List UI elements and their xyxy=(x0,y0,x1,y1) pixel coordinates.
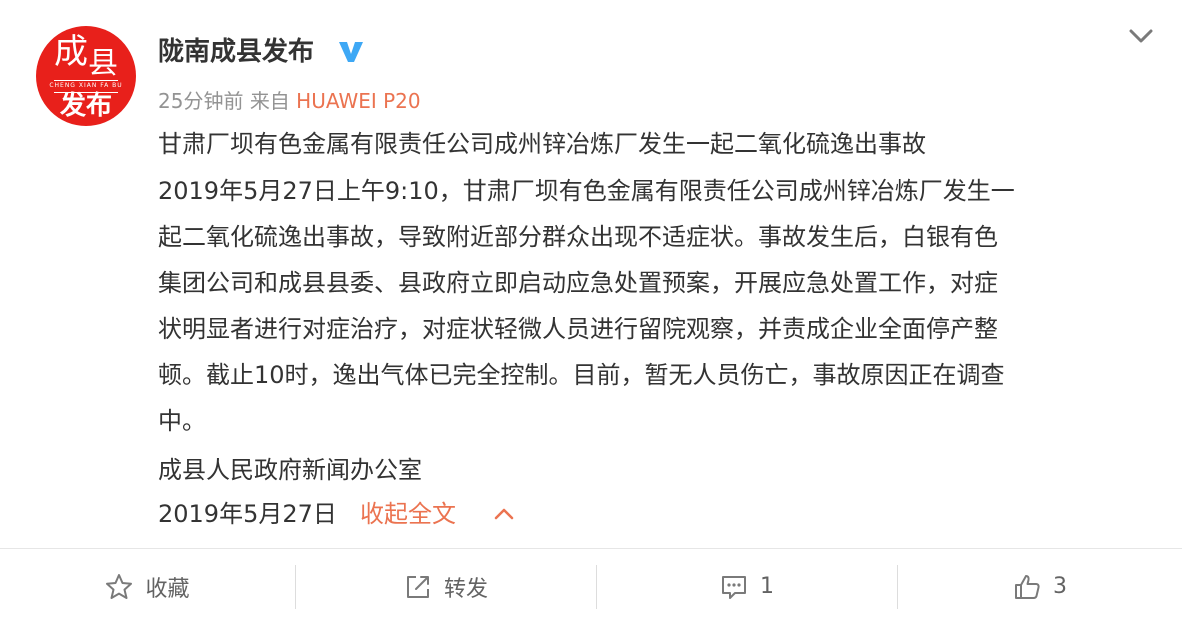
post-body-line: 顿。截止10时，逸出气体已完全控制。目前，暂无人员伤亡，事故原因正在调查 xyxy=(158,361,1005,389)
post-body-line: 状明显者进行对症治疗，对症状轻微人员进行留院观察，并责成企业全面停产整 xyxy=(158,315,998,343)
avatar-bottom-text: 发布 xyxy=(59,91,112,121)
chevron-down-icon[interactable] xyxy=(1126,24,1156,48)
comment-bubble-icon xyxy=(722,575,746,599)
post-date: 2019年5月27日 xyxy=(158,500,337,528)
post-body: 2019年5月27日上午9:10，甘肃厂坝有色金属有限责任公司成州锌冶炼厂发生一… xyxy=(158,168,1148,444)
post-signature: 成县人民政府新闻办公室 xyxy=(158,456,422,484)
favorite-button[interactable]: 收藏 xyxy=(0,549,295,624)
avatar-pinyin: CHENG XIAN FA BU xyxy=(49,82,123,89)
action-bar: 收藏 转发 1 3 xyxy=(0,549,1182,624)
post-body-line: 起二氧化硫逸出事故，导致附近部分群众出现不适症状。事故发生后，白银有色 xyxy=(158,223,998,251)
thumbs-up-icon xyxy=(1015,574,1040,599)
comment-count: 1 xyxy=(760,574,774,599)
post-body-line: 集团公司和成县县委、县政府立即启动应急处置预案，开展应急处置工作，对症 xyxy=(158,269,998,297)
collapse-full-text-link[interactable]: 收起全文 xyxy=(360,494,456,534)
avatar[interactable]: 成 县 CHENG XIAN FA BU 发布 xyxy=(36,26,136,126)
avatar-char-1: 成 xyxy=(54,32,88,72)
like-count: 3 xyxy=(1053,574,1067,599)
avatar-char-2: 县 xyxy=(88,46,118,81)
post-meta: 25分钟前 来自 HUAWEI P20 xyxy=(158,86,421,116)
share-arrow-icon xyxy=(406,575,429,598)
repost-button[interactable]: 转发 xyxy=(296,549,596,624)
favorite-label: 收藏 xyxy=(145,576,190,602)
post-time[interactable]: 25分钟前 xyxy=(158,89,243,113)
verified-v-icon xyxy=(339,42,363,62)
like-button[interactable]: 3 xyxy=(898,549,1182,624)
star-icon xyxy=(106,573,133,599)
weibo-post-card: 成 县 CHENG XIAN FA BU 发布 陇南成县发布 25分钟前 来自 … xyxy=(0,0,1182,548)
chevron-up-icon[interactable] xyxy=(492,504,516,524)
post-body-line: 中。 xyxy=(158,407,206,435)
source-device[interactable]: HUAWEI P20 xyxy=(296,89,420,113)
account-name[interactable]: 陇南成县发布 xyxy=(158,32,314,72)
avatar-rule xyxy=(54,80,118,81)
source-prefix: 来自 xyxy=(249,89,290,113)
comment-button[interactable]: 1 xyxy=(597,549,897,624)
post-title: 甘肃厂坝有色金属有限责任公司成州锌冶炼厂发生一起二氧化硫逸出事故 xyxy=(158,130,926,158)
repost-label: 转发 xyxy=(443,576,488,602)
post-body-line: 2019年5月27日上午9:10，甘肃厂坝有色金属有限责任公司成州锌冶炼厂发生一 xyxy=(158,177,1015,205)
